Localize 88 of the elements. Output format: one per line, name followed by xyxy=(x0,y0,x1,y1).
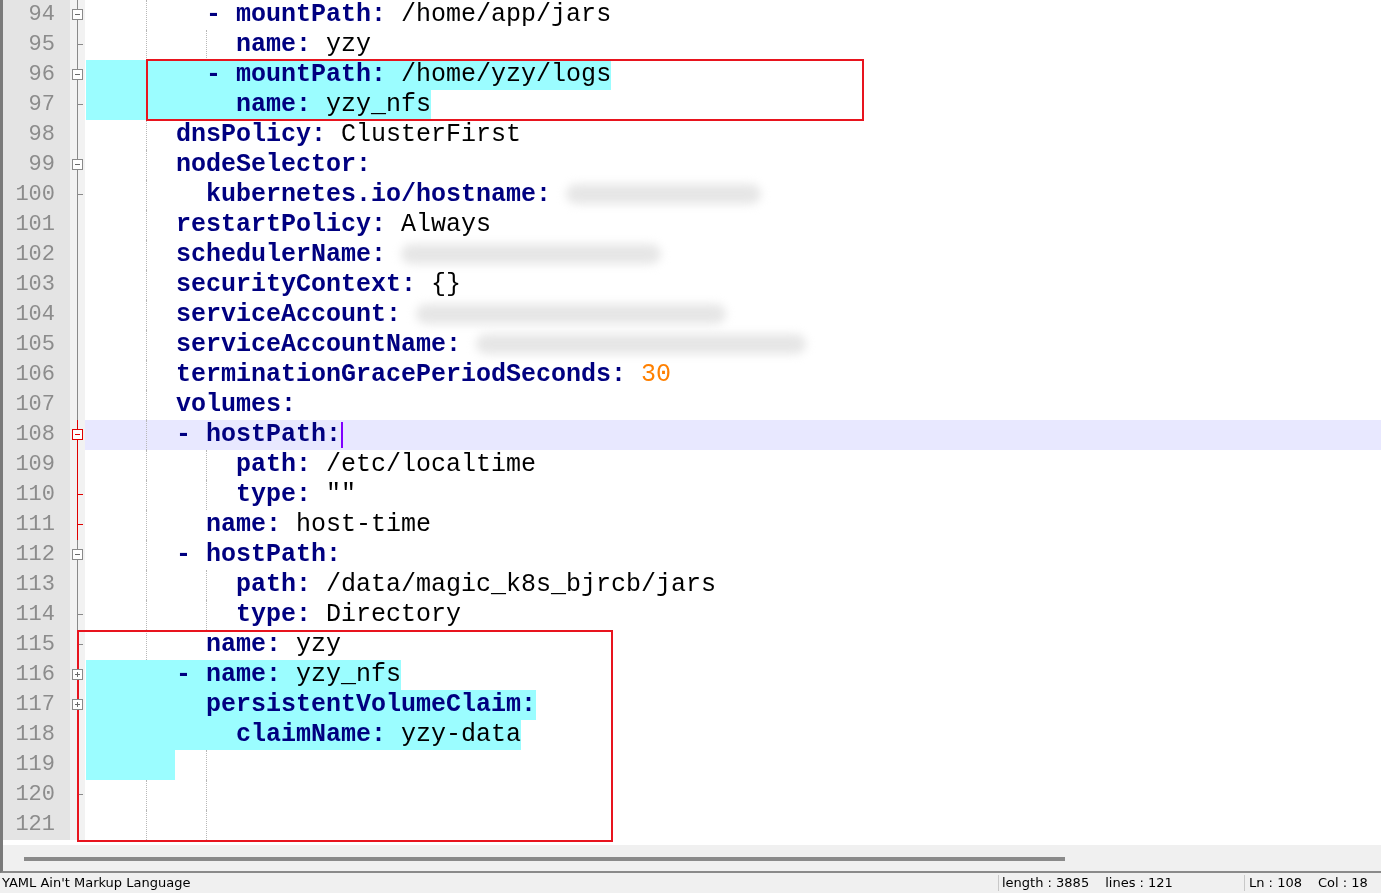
yaml-key: type: xyxy=(86,480,312,509)
line-number: 102 xyxy=(3,240,70,270)
line-number: 119 xyxy=(3,750,70,780)
line-number: 95 xyxy=(3,30,70,60)
line-number: 112 xyxy=(3,540,70,570)
line-number: 94 xyxy=(3,0,70,30)
line-number: 105 xyxy=(3,330,70,360)
yaml-value: /home/app/jars xyxy=(401,0,612,29)
yaml-value: yzy_nfs xyxy=(296,660,402,689)
line-number: 98 xyxy=(3,120,70,150)
line-number: 110 xyxy=(3,480,70,510)
line-number: 118 xyxy=(3,720,70,750)
fold-collapse-icon[interactable] xyxy=(72,429,83,440)
list-dash: - xyxy=(175,540,192,569)
yaml-key: serviceAccountName: xyxy=(86,330,462,359)
list-dash: - xyxy=(175,660,192,689)
yaml-value: "" xyxy=(326,480,357,509)
yaml-key: kubernetes.io/hostname: xyxy=(86,180,552,209)
line-number: 103 xyxy=(3,270,70,300)
yaml-key: type: xyxy=(86,600,312,629)
list-dash: - xyxy=(205,60,222,89)
yaml-key: serviceAccount: xyxy=(86,300,402,329)
yaml-key: hostPath: xyxy=(206,540,342,569)
yaml-key: name: xyxy=(86,90,312,119)
yaml-value: yzy-data xyxy=(401,720,522,749)
yaml-key: claimName: xyxy=(86,720,387,749)
yaml-value: yzy xyxy=(326,30,372,59)
line-number: 116 xyxy=(3,660,70,690)
yaml-key: name: xyxy=(206,660,282,689)
line-number: 120 xyxy=(3,780,70,810)
yaml-value: host-time xyxy=(296,510,432,539)
yaml-key: name: xyxy=(86,510,282,539)
yaml-key: dnsPolicy: xyxy=(86,120,327,149)
yaml-value: Always xyxy=(401,210,492,239)
list-dash: - xyxy=(205,0,222,29)
length-label: length : 3885 xyxy=(1002,875,1090,891)
list-dash: - xyxy=(175,420,192,449)
yaml-key: mountPath: xyxy=(236,60,387,89)
yaml-value: {} xyxy=(431,270,462,299)
line-number: 114 xyxy=(3,600,70,630)
yaml-number: 30 xyxy=(641,360,672,389)
line-number: 117 xyxy=(3,690,70,720)
fold-collapse-icon[interactable] xyxy=(72,9,83,20)
fold-expand-icon[interactable] xyxy=(72,669,83,680)
horizontal-scrollbar[interactable] xyxy=(0,845,1381,873)
line-number: 106 xyxy=(3,360,70,390)
yaml-key: hostPath: xyxy=(206,420,342,449)
line-number: 101 xyxy=(3,210,70,240)
fold-collapse-icon[interactable] xyxy=(72,159,83,170)
yaml-key: terminationGracePeriodSeconds: xyxy=(86,360,627,389)
yaml-key: restartPolicy: xyxy=(86,210,387,239)
yaml-value: /data/magic_k8s_bjrcb/jars xyxy=(326,570,717,599)
column-position: Col : 18 xyxy=(1317,875,1368,891)
yaml-key: securityContext: xyxy=(86,270,417,299)
yaml-key: volumes: xyxy=(86,390,297,419)
fold-expand-icon[interactable] xyxy=(72,699,83,710)
yaml-key: persistentVolumeClaim: xyxy=(86,690,537,719)
line-number: 109 xyxy=(3,450,70,480)
yaml-key: path: xyxy=(86,450,312,479)
fold-collapse-icon[interactable] xyxy=(72,69,83,80)
line-number: 115 xyxy=(3,630,70,660)
yaml-key: schedulerName: xyxy=(86,240,387,269)
scrollbar-thumb[interactable] xyxy=(24,857,1065,861)
yaml-key: path: xyxy=(86,570,312,599)
yaml-value: Directory xyxy=(326,600,462,629)
line-number: 104 xyxy=(3,300,70,330)
yaml-value: /etc/localtime xyxy=(326,450,537,479)
yaml-key: name: xyxy=(86,30,312,59)
line-number: 121 xyxy=(3,810,70,840)
line-position: Ln : 108 xyxy=(1249,875,1302,891)
yaml-value: yzy_nfs xyxy=(326,90,432,119)
language-label: YAML Ain't Markup Language xyxy=(1,875,192,891)
line-number: 108 xyxy=(3,420,70,450)
line-number: 99 xyxy=(3,150,70,180)
yaml-value: /home/yzy/logs xyxy=(401,60,612,89)
line-number: 100 xyxy=(3,180,70,210)
line-number: 113 xyxy=(3,570,70,600)
line-number: 107 xyxy=(3,390,70,420)
yaml-key: mountPath: xyxy=(236,0,387,29)
yaml-value: yzy xyxy=(296,630,342,659)
line-number: 111 xyxy=(3,510,70,540)
line-number: 96 xyxy=(3,60,70,90)
line-number: 97 xyxy=(3,90,70,120)
yaml-key: nodeSelector: xyxy=(86,150,372,179)
yaml-value: ClusterFirst xyxy=(341,120,522,149)
yaml-key: name: xyxy=(86,630,282,659)
fold-collapse-icon[interactable] xyxy=(72,549,83,560)
lines-label: lines : 121 xyxy=(1105,875,1173,891)
